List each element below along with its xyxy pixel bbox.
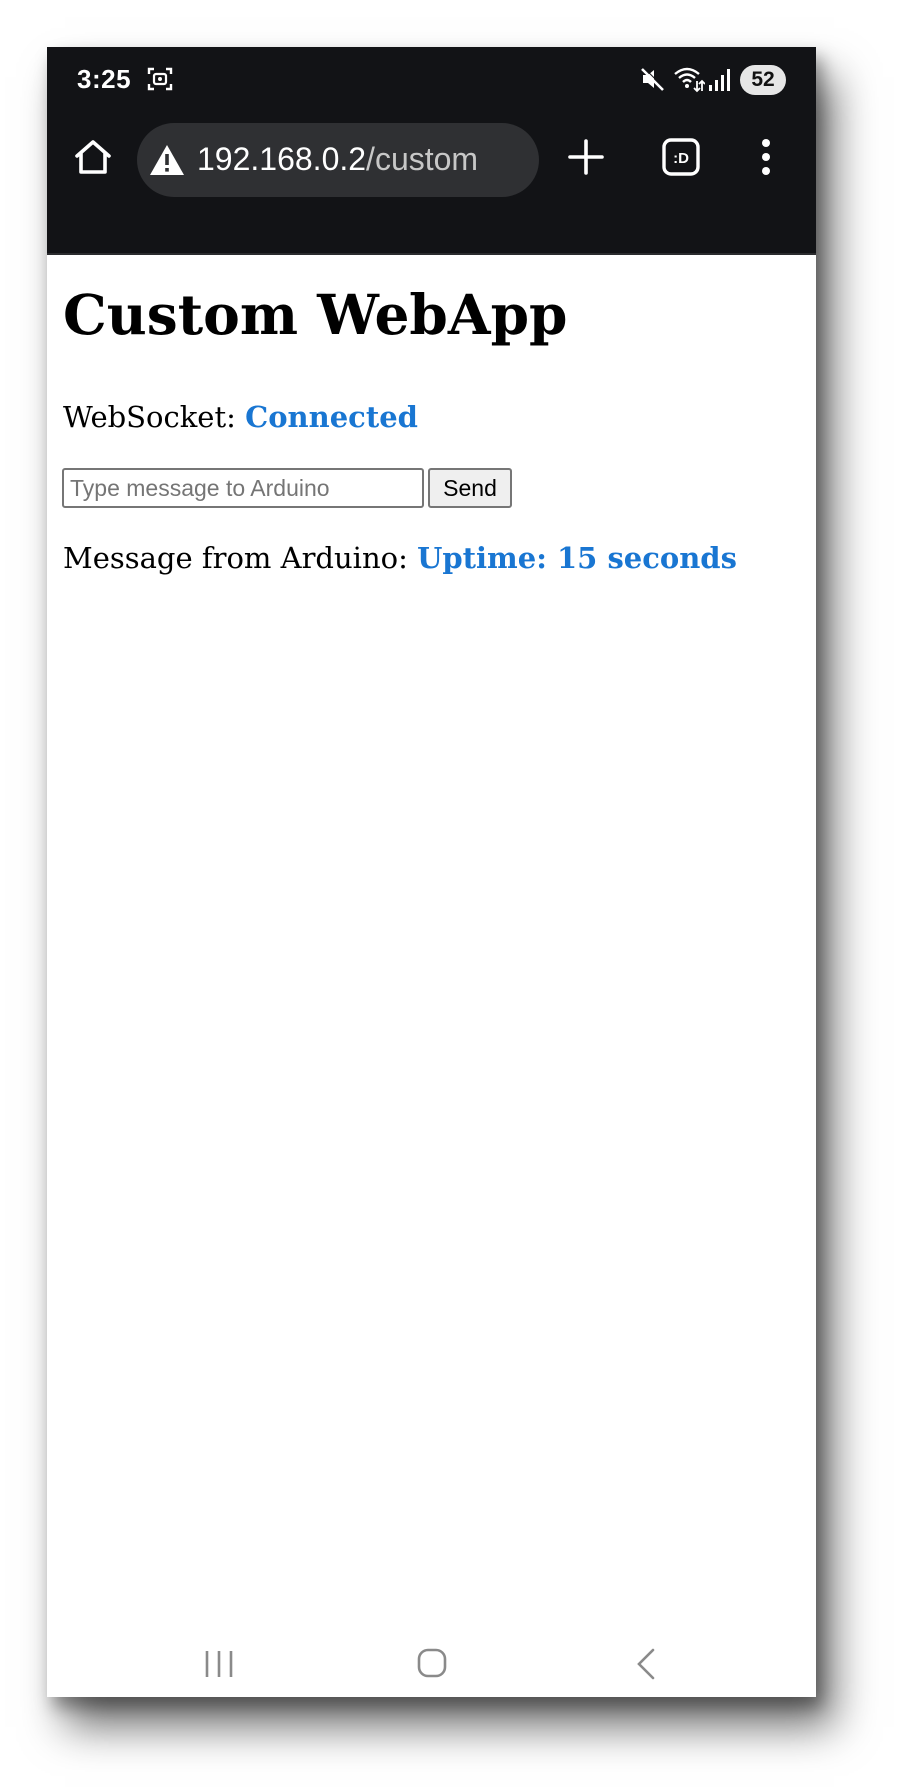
system-nav-bar	[47, 1627, 816, 1697]
arduino-message: Uptime: 15 seconds	[417, 541, 737, 575]
status-time: 3:25	[77, 64, 132, 94]
url-host: 192.168.0.2	[197, 141, 367, 177]
more-vert-icon[interactable]	[754, 135, 778, 179]
home-icon[interactable]	[71, 135, 115, 179]
tabs-icon-label: :D	[673, 150, 689, 167]
screenshot-icon	[147, 67, 173, 91]
address-bar[interactable]: 192.168.0.2/custom	[137, 123, 539, 197]
url-path: /custom	[366, 141, 479, 177]
message-label: Message from Arduino:	[63, 541, 418, 575]
battery-indicator: 52	[740, 65, 786, 95]
recents-icon[interactable]	[202, 1649, 236, 1679]
websocket-status: Connected	[245, 400, 418, 434]
send-button[interactable]: Send	[428, 468, 512, 508]
message-input[interactable]	[62, 468, 424, 508]
plus-icon[interactable]	[566, 137, 606, 177]
mute-icon	[641, 67, 665, 91]
tab-switcher-icon[interactable]: :D	[661, 137, 701, 177]
status-bar: 3:25 52	[47, 47, 816, 113]
warning-icon[interactable]	[149, 143, 185, 177]
url-text[interactable]: 192.168.0.2/custom	[197, 141, 478, 178]
back-icon[interactable]	[634, 1647, 658, 1681]
arduino-message-line: Message from Arduino: Uptime: 15 seconds	[63, 541, 737, 575]
wifi-icon	[674, 67, 705, 93]
signal-icon	[709, 69, 730, 91]
screenshot-stage: 3:25 52 192.168.0.2/custom:D Custom Web…	[0, 0, 911, 1792]
home-nav-icon[interactable]	[416, 1647, 448, 1679]
phone-screen: 3:25 52 192.168.0.2/custom:D Custom Web…	[47, 47, 816, 1697]
page-title: Custom WebApp	[63, 282, 568, 347]
browser-toolbar: 192.168.0.2/custom :D	[47, 113, 816, 255]
websocket-label: WebSocket:	[63, 400, 246, 434]
websocket-status-line: WebSocket: Connected	[63, 400, 418, 434]
